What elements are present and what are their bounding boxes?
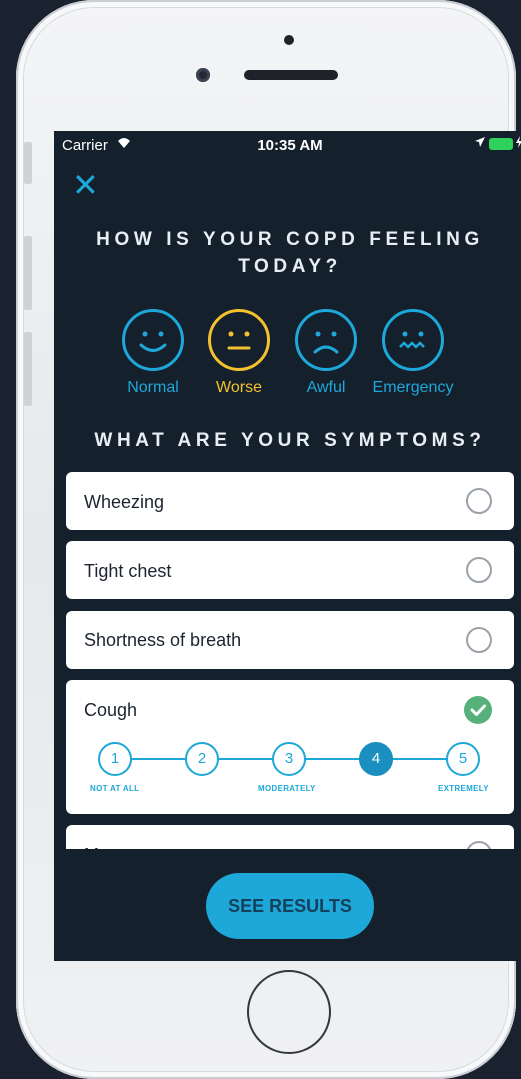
symptom-radio-tight-chest[interactable]	[466, 557, 492, 583]
symptom-label: Cough	[84, 700, 138, 720]
close-icon[interactable]: ✕	[72, 169, 99, 201]
check-icon[interactable]	[464, 696, 492, 724]
severity-step-1[interactable]: 1	[98, 742, 132, 776]
symptom-card-cough[interactable]: Cough 1 2 3 4 5 NOT AT ALL MODERATELY EX…	[66, 680, 514, 814]
severity-step-4[interactable]: 4	[359, 742, 393, 776]
symptom-radio-shortness-of-breath[interactable]	[466, 627, 492, 653]
symptom-card-wheezing[interactable]: Wheezing	[66, 472, 514, 530]
proximity-sensor	[284, 35, 294, 45]
battery-icon	[490, 139, 512, 149]
app-screen: Carrier 10:35 AM ✕ HOW IS YOUR COPD FEEL…	[54, 131, 521, 961]
status-bar: Carrier 10:35 AM	[54, 131, 521, 161]
symptom-label: Tight chest	[84, 561, 172, 581]
symptoms-heading: WHAT ARE YOUR SYMPTOMS?	[94, 430, 486, 451]
symptom-label: Shortness of breath	[84, 630, 242, 650]
neutral-face-icon	[208, 309, 270, 371]
location-arrow-icon	[474, 136, 486, 151]
severity-step-2[interactable]: 2	[185, 742, 219, 776]
volume-down-button	[24, 332, 32, 406]
home-button	[247, 970, 331, 1054]
severity-low-label: NOT AT ALL	[90, 784, 140, 793]
symptom-card-shortness-of-breath[interactable]: Shortness of breath	[66, 611, 514, 669]
feeling-selector: Normal Worse Awful Emergency	[54, 309, 521, 399]
severity-high-label: EXTREMELY	[438, 784, 489, 793]
severity-step-3[interactable]: 3	[272, 742, 306, 776]
charging-bolt-icon	[516, 136, 521, 151]
sad-face-icon	[295, 309, 357, 371]
clock: 10:35 AM	[257, 137, 323, 154]
feeling-label-emergency: Emergency	[372, 379, 454, 396]
phone-frame: Carrier 10:35 AM ✕ HOW IS YOUR COPD FEEL…	[16, 0, 521, 1079]
symptom-radio-wheezing[interactable]	[466, 488, 492, 514]
happy-face-icon	[122, 309, 184, 371]
symptom-card-tight-chest[interactable]: Tight chest	[66, 541, 514, 599]
symptom-label: Wheezing	[84, 492, 165, 512]
severity-step-5[interactable]: 5	[446, 742, 480, 776]
volume-up-button	[24, 236, 32, 310]
severity-mid-label: MODERATELY	[258, 784, 316, 793]
distressed-face-icon	[382, 309, 444, 371]
front-camera	[196, 68, 210, 82]
earpiece-speaker	[244, 70, 338, 80]
mute-switch	[24, 142, 32, 184]
feeling-question: HOW IS YOUR COPD FEELING TODAY?	[96, 229, 484, 277]
see-results-button[interactable]: SEE RESULTS	[206, 873, 374, 939]
